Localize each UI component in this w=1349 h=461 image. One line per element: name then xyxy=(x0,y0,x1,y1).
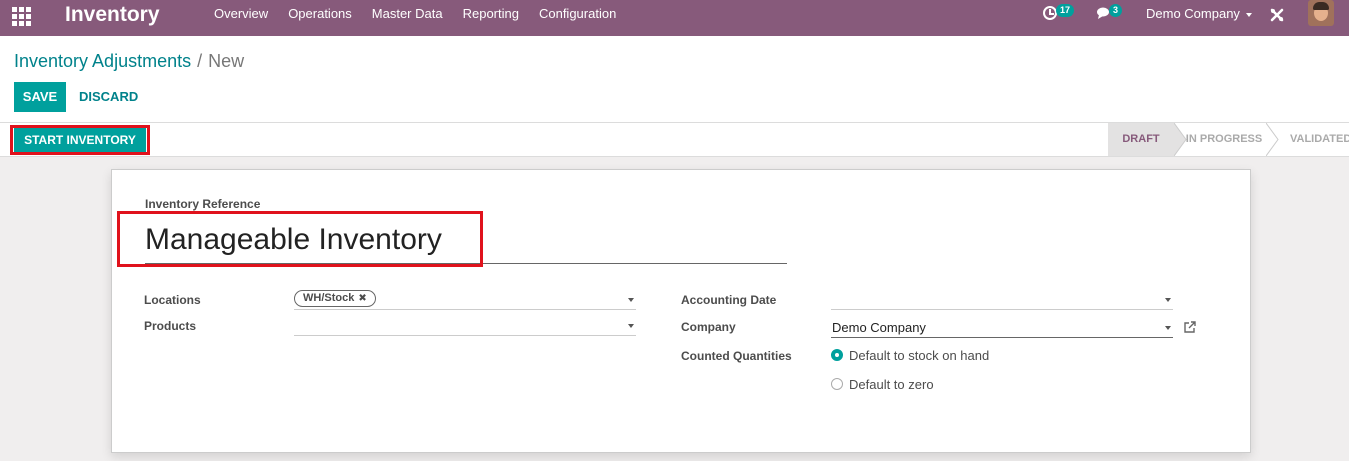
breadcrumb: Inventory Adjustments / New xyxy=(14,50,244,72)
accounting-date-field[interactable] xyxy=(831,290,1173,310)
radio-stock-on-hand-label[interactable]: Default to stock on hand xyxy=(849,348,989,363)
counted-quantities-label: Counted Quantities xyxy=(681,349,792,363)
message-count-badge: 3 xyxy=(1109,4,1123,17)
external-link-icon[interactable] xyxy=(1183,320,1197,334)
discard-button[interactable]: DISCARD xyxy=(79,82,138,112)
stage-in-progress[interactable]: IN PROGRESS xyxy=(1174,123,1274,156)
dropdown-caret-icon xyxy=(628,298,634,302)
save-button[interactable]: SAVE xyxy=(14,82,66,112)
location-tag: WH/Stock ✖ xyxy=(294,290,376,307)
products-label: Products xyxy=(144,319,197,333)
products-field[interactable] xyxy=(294,316,636,336)
company-switcher[interactable]: Demo Company xyxy=(1146,0,1252,28)
debug-tools-icon[interactable] xyxy=(1269,7,1285,23)
locations-field[interactable]: WH/Stock ✖ xyxy=(294,290,636,310)
highlight-box-reference xyxy=(117,211,483,267)
company-switcher-label: Demo Company xyxy=(1146,6,1240,21)
breadcrumb-parent-link[interactable]: Inventory Adjustments xyxy=(14,51,191,71)
caret-down-icon xyxy=(1245,12,1252,17)
accounting-date-label: Accounting Date xyxy=(681,293,777,307)
company-field[interactable]: Demo Company xyxy=(831,318,1173,338)
activity-clock-icon[interactable] xyxy=(1043,6,1057,20)
radio-default-zero[interactable] xyxy=(831,378,843,390)
breadcrumb-separator: / xyxy=(197,51,203,71)
stage-validated[interactable]: VALIDATED xyxy=(1274,123,1349,156)
user-avatar[interactable] xyxy=(1308,0,1334,26)
breadcrumb-current: New xyxy=(208,51,245,71)
menu-overview[interactable]: Overview xyxy=(214,0,268,28)
apps-menu-icon[interactable] xyxy=(12,7,32,26)
control-panel: Inventory Adjustments / New SAVE DISCARD xyxy=(0,36,1349,122)
activity-count-badge: 17 xyxy=(1056,4,1075,17)
top-navbar: Inventory Overview Operations Master Dat… xyxy=(0,0,1349,36)
menu-master-data[interactable]: Master Data xyxy=(372,0,443,28)
remove-tag-icon[interactable]: ✖ xyxy=(358,293,366,304)
main-menu: Overview Operations Master Data Reportin… xyxy=(214,0,636,28)
radio-stock-on-hand[interactable] xyxy=(831,349,843,361)
dropdown-caret-icon xyxy=(628,324,634,328)
app-title[interactable]: Inventory xyxy=(65,3,160,27)
location-tag-label: WH/Stock xyxy=(303,292,355,304)
dropdown-caret-icon xyxy=(1165,298,1171,302)
stage-draft[interactable]: DRAFT xyxy=(1108,123,1174,156)
company-value: Demo Company xyxy=(832,320,926,335)
highlight-box-start-button xyxy=(10,125,150,155)
dropdown-caret-icon xyxy=(1165,326,1171,330)
radio-default-zero-label[interactable]: Default to zero xyxy=(849,377,934,392)
locations-label: Locations xyxy=(144,293,201,307)
menu-configuration[interactable]: Configuration xyxy=(539,0,616,28)
company-label: Company xyxy=(681,320,736,334)
menu-operations[interactable]: Operations xyxy=(288,0,352,28)
menu-reporting[interactable]: Reporting xyxy=(463,0,519,28)
reference-label: Inventory Reference xyxy=(145,197,261,211)
